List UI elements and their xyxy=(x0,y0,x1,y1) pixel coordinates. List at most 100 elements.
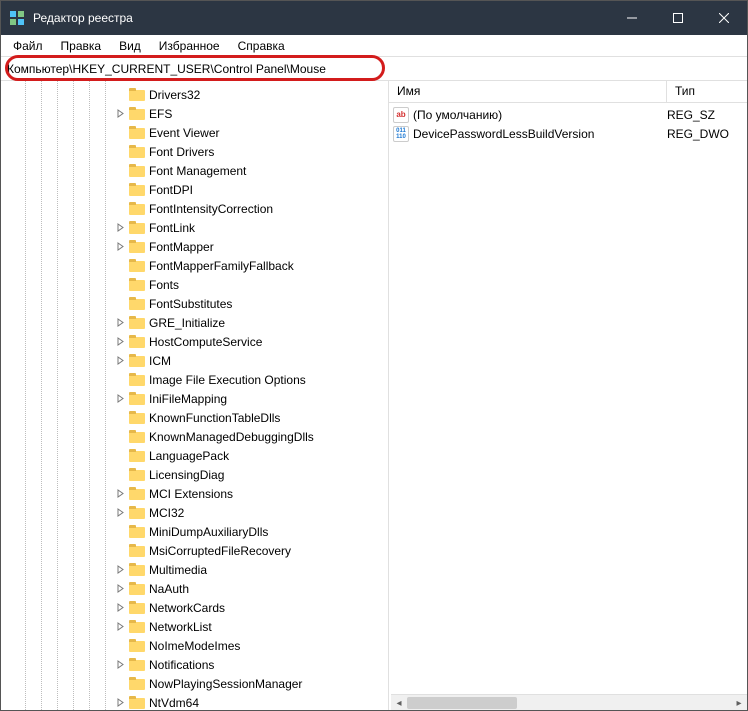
maximize-button[interactable] xyxy=(655,1,701,35)
tree-node-label: Multimedia xyxy=(149,563,207,577)
scroll-left-arrow[interactable]: ◂ xyxy=(391,695,407,711)
tree-node-label: NowPlayingSessionManager xyxy=(149,677,302,691)
expand-icon[interactable] xyxy=(113,392,127,406)
minimize-button[interactable] xyxy=(609,1,655,35)
tree-node[interactable]: FontMapper xyxy=(1,237,388,256)
tree-node-label: MsiCorruptedFileRecovery xyxy=(149,544,291,558)
tree-node[interactable]: KnownManagedDebuggingDlls xyxy=(1,427,388,446)
expand-icon[interactable] xyxy=(113,620,127,634)
menu-view[interactable]: Вид xyxy=(111,37,149,55)
tree-node-label: MiniDumpAuxiliaryDlls xyxy=(149,525,268,539)
tree-node[interactable]: Notifications xyxy=(1,655,388,674)
folder-icon xyxy=(129,468,145,481)
expand-icon[interactable] xyxy=(113,487,127,501)
menu-edit[interactable]: Правка xyxy=(53,37,110,55)
folder-icon xyxy=(129,696,145,709)
expand-icon[interactable] xyxy=(113,563,127,577)
tree-node-label: Font Management xyxy=(149,164,246,178)
tree-node-label: Font Drivers xyxy=(149,145,214,159)
expand-icon[interactable] xyxy=(113,601,127,615)
binary-value-icon: 011 110 xyxy=(393,126,409,142)
tree-node[interactable]: Event Viewer xyxy=(1,123,388,142)
tree-node-label: MCI32 xyxy=(149,506,184,520)
value-type: REG_DWO xyxy=(667,127,747,141)
folder-icon xyxy=(129,164,145,177)
tree-node[interactable]: NaAuth xyxy=(1,579,388,598)
expand-icon[interactable] xyxy=(113,658,127,672)
tree-node-label: EFS xyxy=(149,107,172,121)
tree-node[interactable]: EFS xyxy=(1,104,388,123)
scroll-right-arrow[interactable]: ▸ xyxy=(731,695,747,711)
tree-node-label: NetworkList xyxy=(149,620,212,634)
tree-node[interactable]: IniFileMapping xyxy=(1,389,388,408)
folder-icon xyxy=(129,373,145,386)
tree-node[interactable]: NtVdm64 xyxy=(1,693,388,710)
tree-node[interactable]: Drivers32 xyxy=(1,85,388,104)
address-bar[interactable]: Компьютер\HKEY_CURRENT_USER\Control Pane… xyxy=(1,57,747,81)
tree-node[interactable]: MCI32 xyxy=(1,503,388,522)
expand-icon[interactable] xyxy=(113,354,127,368)
tree-node-label: FontLink xyxy=(149,221,195,235)
expand-icon[interactable] xyxy=(113,221,127,235)
tree-node[interactable]: ICM xyxy=(1,351,388,370)
tree-node-label: Fonts xyxy=(149,278,179,292)
tree-node[interactable]: NetworkList xyxy=(1,617,388,636)
tree-node[interactable]: NowPlayingSessionManager xyxy=(1,674,388,693)
menu-help[interactable]: Справка xyxy=(230,37,293,55)
tree-node[interactable]: FontDPI xyxy=(1,180,388,199)
tree-node[interactable]: FontLink xyxy=(1,218,388,237)
folder-icon xyxy=(129,297,145,310)
tree-node[interactable]: LanguagePack xyxy=(1,446,388,465)
folder-icon xyxy=(129,411,145,424)
folder-icon xyxy=(129,126,145,139)
tree-node-label: HostComputeService xyxy=(149,335,262,349)
tree-node[interactable]: FontIntensityCorrection xyxy=(1,199,388,218)
tree-node[interactable]: FontMapperFamilyFallback xyxy=(1,256,388,275)
tree-node[interactable]: FontSubstitutes xyxy=(1,294,388,313)
folder-icon xyxy=(129,107,145,120)
tree-node-label: ICM xyxy=(149,354,171,368)
column-headers[interactable]: Имя Тип xyxy=(389,81,747,103)
menu-favorites[interactable]: Избранное xyxy=(151,37,228,55)
tree-node[interactable]: Fonts xyxy=(1,275,388,294)
tree-node[interactable]: MsiCorruptedFileRecovery xyxy=(1,541,388,560)
horizontal-scrollbar[interactable]: ◂ ▸ xyxy=(391,694,747,710)
expand-icon[interactable] xyxy=(113,240,127,254)
scroll-thumb[interactable] xyxy=(407,697,517,709)
tree-node[interactable]: Font Management xyxy=(1,161,388,180)
expand-icon[interactable] xyxy=(113,582,127,596)
folder-icon xyxy=(129,582,145,595)
tree-node[interactable]: Font Drivers xyxy=(1,142,388,161)
menu-file[interactable]: Файл xyxy=(5,37,51,55)
folder-icon xyxy=(129,259,145,272)
tree-node[interactable]: Multimedia xyxy=(1,560,388,579)
tree-node[interactable]: MiniDumpAuxiliaryDlls xyxy=(1,522,388,541)
expand-icon[interactable] xyxy=(113,107,127,121)
tree-node[interactable]: MCI Extensions xyxy=(1,484,388,503)
tree-node[interactable]: NetworkCards xyxy=(1,598,388,617)
col-type[interactable]: Тип xyxy=(667,81,747,102)
value-row[interactable]: 011 110DevicePasswordLessBuildVersionREG… xyxy=(389,124,747,143)
expand-icon[interactable] xyxy=(113,506,127,520)
expand-icon[interactable] xyxy=(113,316,127,330)
tree-node[interactable]: GRE_Initialize xyxy=(1,313,388,332)
col-name[interactable]: Имя xyxy=(389,81,667,102)
value-row[interactable]: ab(По умолчанию)REG_SZ xyxy=(389,105,747,124)
tree-panel[interactable]: Drivers32 EFS Event Viewer Font Drivers Font… xyxy=(1,81,389,710)
close-button[interactable] xyxy=(701,1,747,35)
tree-node-label: FontDPI xyxy=(149,183,193,197)
tree-node[interactable]: LicensingDiag xyxy=(1,465,388,484)
folder-icon xyxy=(129,316,145,329)
folder-icon xyxy=(129,430,145,443)
folder-icon xyxy=(129,449,145,462)
tree-node[interactable]: Image File Execution Options xyxy=(1,370,388,389)
tree-node[interactable]: HostComputeService xyxy=(1,332,388,351)
expand-icon[interactable] xyxy=(113,335,127,349)
tree-node-label: NetworkCards xyxy=(149,601,225,615)
folder-icon xyxy=(129,392,145,405)
app-icon xyxy=(9,10,25,26)
tree-node[interactable]: KnownFunctionTableDlls xyxy=(1,408,388,427)
tree-node[interactable]: NoImeModeImes xyxy=(1,636,388,655)
expand-icon[interactable] xyxy=(113,696,127,710)
menu-bar: Файл Правка Вид Избранное Справка xyxy=(1,35,747,57)
